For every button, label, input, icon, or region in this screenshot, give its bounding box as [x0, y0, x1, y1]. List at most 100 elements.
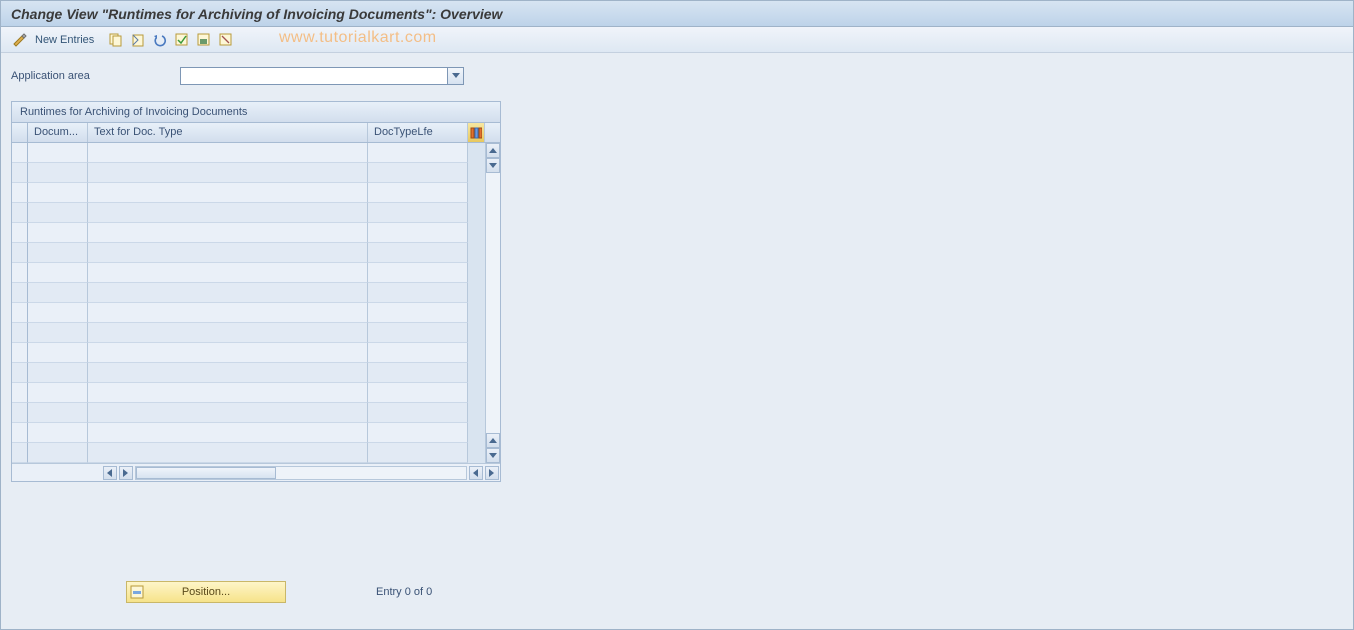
cell-text-doc-type[interactable]: [88, 383, 368, 403]
cell-document-type[interactable]: [28, 403, 88, 423]
table-row[interactable]: [12, 423, 485, 443]
dropdown-arrow-icon[interactable]: [447, 68, 463, 84]
cell-doc-type-life[interactable]: [368, 263, 468, 283]
row-selector[interactable]: [12, 263, 28, 283]
table-row[interactable]: [12, 243, 485, 263]
cell-document-type[interactable]: [28, 243, 88, 263]
table-row[interactable]: [12, 143, 485, 163]
cell-doc-type-life[interactable]: [368, 423, 468, 443]
cell-document-type[interactable]: [28, 443, 88, 463]
deselect-all-icon[interactable]: [216, 31, 234, 49]
table-row[interactable]: [12, 163, 485, 183]
cell-doc-type-life[interactable]: [368, 363, 468, 383]
new-entries-button[interactable]: New Entries: [35, 34, 94, 46]
cell-doc-type-life[interactable]: [368, 223, 468, 243]
hscroll-right-icon[interactable]: [119, 466, 133, 480]
row-selector[interactable]: [12, 343, 28, 363]
cell-document-type[interactable]: [28, 263, 88, 283]
cell-document-type[interactable]: [28, 343, 88, 363]
cell-document-type[interactable]: [28, 423, 88, 443]
delete-icon[interactable]: [128, 31, 146, 49]
row-selector[interactable]: [12, 283, 28, 303]
cell-text-doc-type[interactable]: [88, 163, 368, 183]
cell-document-type[interactable]: [28, 323, 88, 343]
cell-document-type[interactable]: [28, 363, 88, 383]
cell-text-doc-type[interactable]: [88, 303, 368, 323]
cell-doc-type-life[interactable]: [368, 283, 468, 303]
table-row[interactable]: [12, 223, 485, 243]
row-selector[interactable]: [12, 303, 28, 323]
table-row[interactable]: [12, 263, 485, 283]
cell-text-doc-type[interactable]: [88, 423, 368, 443]
cell-doc-type-life[interactable]: [368, 243, 468, 263]
cell-doc-type-life[interactable]: [368, 143, 468, 163]
cell-document-type[interactable]: [28, 143, 88, 163]
scroll-up2-icon[interactable]: [486, 433, 500, 448]
table-row[interactable]: [12, 183, 485, 203]
cell-document-type[interactable]: [28, 223, 88, 243]
cell-text-doc-type[interactable]: [88, 343, 368, 363]
cell-text-doc-type[interactable]: [88, 203, 368, 223]
application-area-dropdown[interactable]: [180, 67, 464, 85]
select-block-icon[interactable]: [194, 31, 212, 49]
toggle-display-change-icon[interactable]: [11, 31, 29, 49]
row-selector[interactable]: [12, 423, 28, 443]
cell-doc-type-life[interactable]: [368, 403, 468, 423]
cell-doc-type-life[interactable]: [368, 183, 468, 203]
cell-doc-type-life[interactable]: [368, 443, 468, 463]
position-button[interactable]: Position...: [126, 581, 286, 603]
cell-text-doc-type[interactable]: [88, 323, 368, 343]
copy-as-icon[interactable]: [106, 31, 124, 49]
row-selector[interactable]: [12, 223, 28, 243]
table-row[interactable]: [12, 383, 485, 403]
scroll-down-icon[interactable]: [486, 158, 500, 173]
column-doc-type-life[interactable]: DocTypeLfe: [368, 123, 468, 142]
table-row[interactable]: [12, 403, 485, 423]
cell-text-doc-type[interactable]: [88, 243, 368, 263]
cell-doc-type-life[interactable]: [368, 303, 468, 323]
cell-document-type[interactable]: [28, 383, 88, 403]
row-selector[interactable]: [12, 183, 28, 203]
table-row[interactable]: [12, 323, 485, 343]
select-all-icon[interactable]: [172, 31, 190, 49]
row-selector[interactable]: [12, 143, 28, 163]
row-selector[interactable]: [12, 363, 28, 383]
cell-text-doc-type[interactable]: [88, 223, 368, 243]
row-selector[interactable]: [12, 163, 28, 183]
cell-document-type[interactable]: [28, 203, 88, 223]
hscroll-left2-icon[interactable]: [469, 466, 483, 480]
cell-document-type[interactable]: [28, 283, 88, 303]
scroll-up-icon[interactable]: [486, 143, 500, 158]
table-row[interactable]: [12, 303, 485, 323]
row-selector[interactable]: [12, 403, 28, 423]
hscroll-thumb[interactable]: [136, 467, 276, 479]
row-selector[interactable]: [12, 323, 28, 343]
cell-doc-type-life[interactable]: [368, 163, 468, 183]
scroll-track[interactable]: [486, 173, 500, 433]
row-selector[interactable]: [12, 383, 28, 403]
column-text-doc-type[interactable]: Text for Doc. Type: [88, 123, 368, 142]
scroll-down2-icon[interactable]: [486, 448, 500, 463]
cell-document-type[interactable]: [28, 303, 88, 323]
hscroll-right2-icon[interactable]: [485, 466, 499, 480]
table-row[interactable]: [12, 203, 485, 223]
table-row[interactable]: [12, 343, 485, 363]
row-selector-header[interactable]: [12, 123, 28, 142]
cell-text-doc-type[interactable]: [88, 363, 368, 383]
table-row[interactable]: [12, 363, 485, 383]
row-selector[interactable]: [12, 443, 28, 463]
cell-text-doc-type[interactable]: [88, 443, 368, 463]
column-document-type[interactable]: Docum...: [28, 123, 88, 142]
cell-text-doc-type[interactable]: [88, 143, 368, 163]
hscroll-track1[interactable]: [135, 466, 467, 480]
table-row[interactable]: [12, 283, 485, 303]
undo-change-icon[interactable]: [150, 31, 168, 49]
cell-text-doc-type[interactable]: [88, 403, 368, 423]
cell-doc-type-life[interactable]: [368, 383, 468, 403]
vertical-scrollbar[interactable]: [485, 143, 500, 463]
row-selector[interactable]: [12, 243, 28, 263]
table-row[interactable]: [12, 443, 485, 463]
table-configure-icon[interactable]: [468, 123, 485, 142]
cell-doc-type-life[interactable]: [368, 203, 468, 223]
hscroll-left-icon[interactable]: [103, 466, 117, 480]
